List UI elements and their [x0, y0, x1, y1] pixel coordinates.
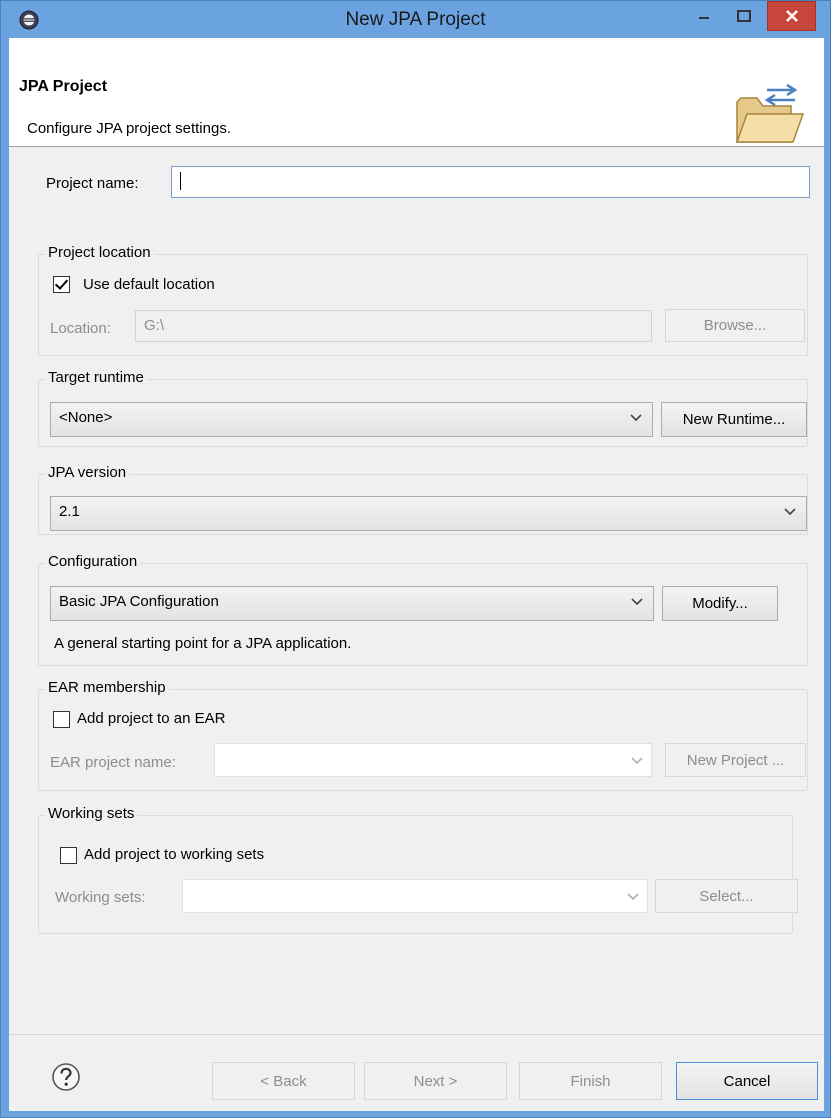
chevron-down-icon	[627, 893, 639, 901]
ear-membership-title: EAR membership	[45, 679, 169, 696]
add-to-ear-label: Add project to an EAR	[77, 710, 226, 727]
jpa-version-select[interactable]: 2.1	[50, 496, 807, 531]
maximize-button[interactable]	[728, 1, 760, 31]
add-to-ear-checkbox[interactable]	[53, 711, 70, 728]
project-name-label: Project name:	[46, 175, 139, 192]
chevron-down-icon	[631, 757, 643, 765]
jpa-version-value: 2.1	[59, 503, 80, 520]
use-default-location-checkbox[interactable]	[53, 276, 70, 293]
finish-button[interactable]: Finish	[519, 1062, 662, 1100]
close-icon	[785, 10, 798, 22]
location-input[interactable]: G:\	[135, 310, 652, 342]
dialog-client-area: JPA Project Configure JPA project settin…	[9, 38, 824, 1111]
modify-button[interactable]: Modify...	[662, 586, 778, 621]
configuration-select[interactable]: Basic JPA Configuration	[50, 586, 654, 621]
next-button[interactable]: Next >	[364, 1062, 507, 1100]
working-sets-group: Working sets	[38, 805, 793, 934]
page-title: JPA Project	[19, 78, 108, 95]
folder-wizard-icon	[735, 84, 805, 143]
minimize-icon	[699, 17, 709, 19]
help-icon[interactable]	[51, 1062, 81, 1092]
target-runtime-value: <None>	[59, 409, 113, 426]
project-location-title: Project location	[45, 244, 154, 261]
chevron-down-icon	[784, 508, 796, 516]
dialog-window: New JPA Project JPA Project Configure JP…	[0, 0, 831, 1118]
configuration-description: A general starting point for a JPA appli…	[54, 635, 352, 652]
wizard-header: JPA Project Configure JPA project settin…	[9, 38, 824, 147]
maximize-icon	[737, 10, 751, 22]
working-sets-label: Working sets:	[55, 889, 146, 906]
select-working-sets-button[interactable]: Select...	[655, 879, 798, 913]
title-bar[interactable]: New JPA Project	[1, 1, 830, 37]
browse-button[interactable]: Browse...	[665, 309, 805, 342]
project-name-input[interactable]	[171, 166, 810, 198]
close-button[interactable]	[767, 1, 816, 31]
ear-project-name-label: EAR project name:	[50, 754, 176, 771]
chevron-down-icon	[631, 598, 643, 606]
target-runtime-title: Target runtime	[45, 369, 147, 386]
new-runtime-button[interactable]: New Runtime...	[661, 402, 807, 437]
add-to-working-sets-label: Add project to working sets	[84, 846, 265, 863]
text-caret	[180, 172, 181, 190]
page-description: Configure JPA project settings.	[27, 120, 231, 137]
add-to-working-sets-checkbox[interactable]	[60, 847, 77, 864]
configuration-title: Configuration	[45, 553, 141, 570]
ear-project-name-select[interactable]	[214, 743, 652, 777]
working-sets-title: Working sets	[45, 805, 138, 822]
configuration-value: Basic JPA Configuration	[59, 593, 219, 610]
location-value: G:\	[144, 317, 165, 334]
minimize-button[interactable]	[690, 1, 718, 31]
chevron-down-icon	[630, 414, 642, 422]
jpa-version-title: JPA version	[45, 464, 130, 481]
footer-divider	[9, 1034, 824, 1035]
back-button[interactable]: < Back	[212, 1062, 355, 1100]
use-default-location-label: Use default location	[83, 276, 215, 293]
target-runtime-select[interactable]: <None>	[50, 402, 653, 437]
working-sets-select[interactable]	[182, 879, 648, 913]
cancel-button[interactable]: Cancel	[676, 1062, 818, 1100]
location-label: Location:	[50, 320, 111, 337]
new-ear-project-button[interactable]: New Project ...	[665, 743, 806, 777]
